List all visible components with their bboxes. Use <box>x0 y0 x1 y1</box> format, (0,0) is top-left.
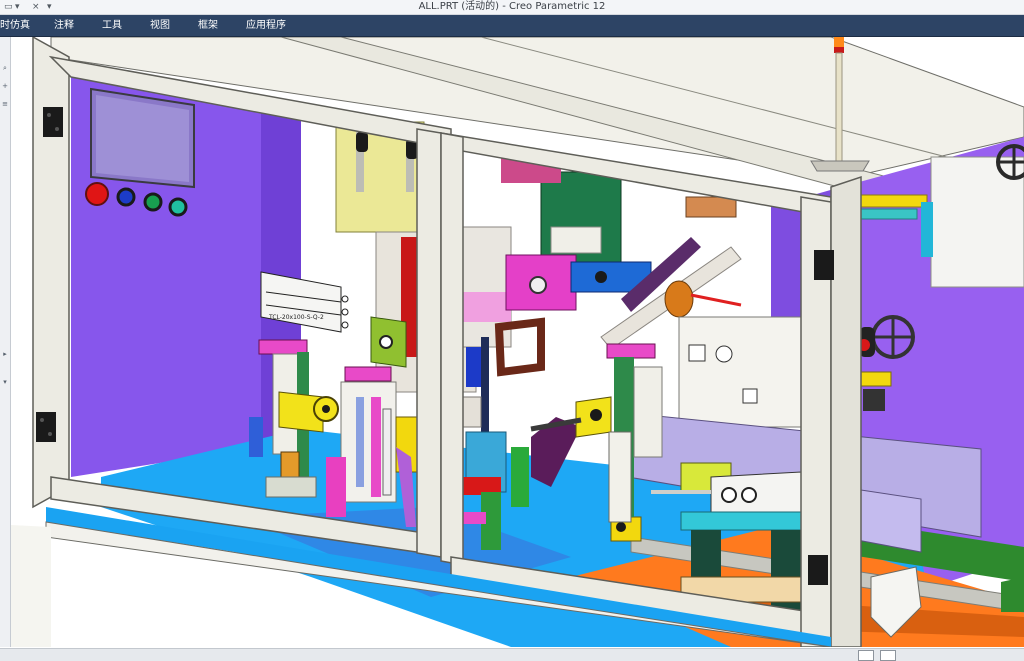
stack-light-pole <box>835 52 843 162</box>
hinge-top-left <box>43 107 63 137</box>
lever-left <box>356 132 368 152</box>
tab-view[interactable]: 视图 <box>150 15 170 36</box>
tab-annotate[interactable]: 注释 <box>54 15 74 36</box>
emergency-stop-button <box>85 182 109 206</box>
stack-light-orange <box>834 37 844 47</box>
graphics-viewport[interactable]: TCL-20x100-S-Q-2 <box>11 37 1024 647</box>
hinge-top-right <box>814 250 834 280</box>
teal-bar <box>856 208 918 220</box>
magenta-cap-center <box>344 366 392 382</box>
corner-post <box>830 175 862 647</box>
tab-simulation[interactable]: 时仿真 <box>0 15 30 36</box>
door-center-post-right <box>440 132 464 566</box>
status-toggle-1[interactable] <box>858 650 874 661</box>
panel-arrow-icon[interactable]: ▾ <box>1 377 9 387</box>
tab-tools[interactable]: 工具 <box>102 15 122 36</box>
orange-flange <box>664 280 694 318</box>
tab-applications[interactable]: 应用程序 <box>246 15 286 36</box>
model-tree-panel[interactable]: ⌕ + ≡ ▸ ▾ <box>0 37 11 647</box>
cylinder-tag-label: TCL-20x100-S-Q-2 <box>268 314 324 321</box>
expand-icon[interactable]: + <box>1 81 9 91</box>
cyan-mount <box>680 511 822 531</box>
magenta-cap-left <box>258 339 308 355</box>
pink-column <box>326 457 346 517</box>
search-icon[interactable]: ⌕ <box>1 63 9 73</box>
status-bar <box>0 648 1024 661</box>
yellow-bar <box>856 194 928 208</box>
status-toggle-2[interactable] <box>880 650 896 661</box>
handwheel-middle <box>871 315 915 359</box>
bronze-block <box>685 196 737 218</box>
window-title: ALL.PRT (活动的) - Creo Parametric 12 <box>418 1 606 12</box>
yellow-block-right <box>860 371 892 387</box>
white-housing <box>678 316 810 428</box>
title-bar: ▭ ▾ × ▾ ALL.PRT (活动的) - Creo Parametric … <box>0 0 1024 15</box>
tab-framework[interactable]: 框架 <box>198 15 218 36</box>
green-push-button <box>143 192 163 212</box>
collapse-arrow-icon[interactable]: ▸ <box>1 349 9 359</box>
hinge-bottom-left <box>36 412 56 442</box>
door-center-post-left <box>416 128 442 558</box>
stack-light-red <box>834 47 844 53</box>
machine-model: TCL-20x100-S-Q-2 <box>11 37 1024 647</box>
teal-push-button <box>168 197 188 217</box>
settings-icon[interactable]: ≡ <box>1 99 9 109</box>
blue-push-button <box>116 187 136 207</box>
blue-post <box>921 202 933 257</box>
black-block <box>863 389 885 411</box>
hinge-bottom-right <box>808 555 828 585</box>
magenta-cap-right <box>606 343 656 359</box>
ribbon-tab-bar: 时仿真 注释 工具 视图 框架 应用程序 <box>0 15 1024 37</box>
